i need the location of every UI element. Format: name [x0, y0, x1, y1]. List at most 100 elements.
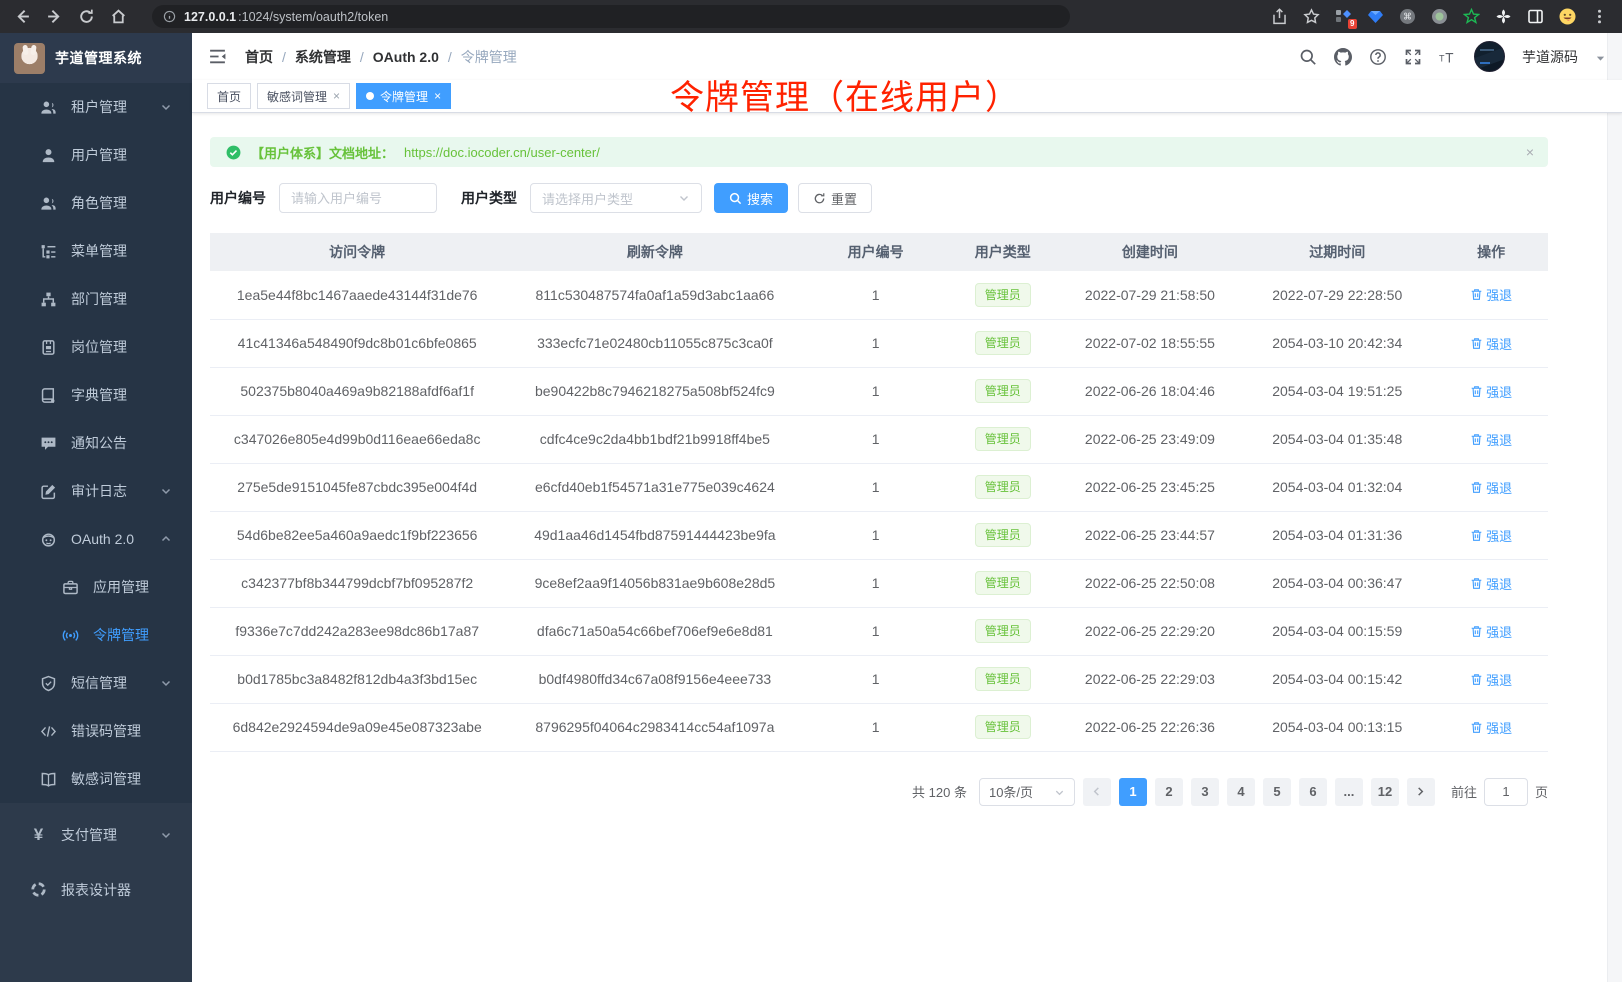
user-name[interactable]: 芋道源码 — [1522, 47, 1578, 67]
bookmark-star-icon[interactable] — [1303, 8, 1320, 25]
page-ellipsis[interactable]: ... — [1335, 778, 1363, 806]
sidebar-item-dept[interactable]: 部门管理 — [0, 275, 192, 323]
prev-page-button[interactable] — [1083, 778, 1111, 806]
tab-sensitive-word[interactable]: 敏感词管理× — [257, 83, 350, 109]
browser-reload-button[interactable] — [78, 8, 95, 25]
page-button-12[interactable]: 12 — [1371, 778, 1399, 806]
sidebar-menu: 租户管理 用户管理 角色管理 菜单管理 部门管理 岗位管理 — [0, 83, 192, 803]
sidebar-item-label: 应用管理 — [93, 577, 149, 597]
page-button-5[interactable]: 5 — [1263, 778, 1291, 806]
breadcrumb-oauth[interactable]: OAuth 2.0 — [373, 49, 439, 65]
sidebar-item-dict[interactable]: 字典管理 — [0, 371, 192, 419]
browser-home-button[interactable] — [110, 8, 127, 25]
success-check-icon — [226, 145, 241, 160]
sidebar-fold-icon[interactable] — [208, 47, 227, 66]
search-button[interactable]: 搜索 — [714, 183, 788, 213]
sidebar-item-label: OAuth 2.0 — [71, 531, 134, 547]
force-logout-button[interactable]: 强退 — [1470, 285, 1512, 304]
user-type-label: 用户类型 — [461, 188, 517, 208]
page-button-6[interactable]: 6 — [1299, 778, 1327, 806]
page-button-4[interactable]: 4 — [1227, 778, 1255, 806]
user-type-cell: 管理员 — [946, 463, 1060, 511]
tab-token[interactable]: 令牌管理× — [356, 83, 451, 109]
user-type-badge: 管理员 — [975, 619, 1031, 643]
user-icon — [40, 147, 57, 164]
force-logout-button[interactable]: 强退 — [1470, 334, 1512, 353]
browser-forward-button[interactable] — [46, 8, 63, 25]
svg-text:T: T — [1445, 50, 1453, 65]
table-row: 41c41346a548490f9dc8b01c6bfe0865 333ecfc… — [210, 319, 1548, 367]
reset-button[interactable]: 重置 — [798, 183, 872, 213]
close-icon[interactable]: × — [333, 90, 340, 102]
github-icon[interactable] — [1334, 48, 1352, 66]
browser-menu-icon[interactable] — [1591, 8, 1608, 25]
close-icon[interactable]: × — [434, 90, 441, 102]
font-size-icon[interactable]: TT — [1439, 48, 1457, 66]
help-icon[interactable] — [1369, 48, 1387, 66]
breadcrumb-system[interactable]: 系统管理 — [295, 47, 351, 67]
site-info-icon[interactable] — [163, 10, 176, 23]
sidebar-item-post[interactable]: 岗位管理 — [0, 323, 192, 371]
sidebar-item-report-designer[interactable]: 报表设计器 — [0, 862, 192, 917]
col-access-token: 访问令牌 — [210, 233, 504, 271]
page-button-1[interactable]: 1 — [1119, 778, 1147, 806]
force-logout-button[interactable]: 强退 — [1470, 382, 1512, 401]
avatar[interactable] — [1474, 41, 1505, 72]
sidebar-item-error-code[interactable]: 错误码管理 — [0, 707, 192, 755]
force-logout-button[interactable]: 强退 — [1470, 526, 1512, 545]
fullscreen-icon[interactable] — [1404, 48, 1422, 66]
page-button-2[interactable]: 2 — [1155, 778, 1183, 806]
expire-time-cell: 2054-03-10 20:42:34 — [1240, 319, 1434, 367]
sidebar-item-oauth-token[interactable]: 令牌管理 — [0, 611, 192, 659]
browser-back-button[interactable] — [14, 8, 31, 25]
next-page-button[interactable] — [1407, 778, 1435, 806]
force-logout-button[interactable]: 强退 — [1470, 430, 1512, 449]
user-id-cell: 1 — [805, 559, 945, 607]
app-logo-row[interactable]: 芋道管理系统 — [0, 33, 192, 83]
refresh-token-cell: cdfc4ce9c2da4bb1bdf21b9918ff4be5 — [504, 415, 805, 463]
sidebar-item-audit-log[interactable]: 审计日志 — [0, 467, 192, 515]
page-scrollbar[interactable] — [1607, 33, 1622, 982]
force-logout-button[interactable]: 强退 — [1470, 574, 1512, 593]
chevron-down-icon — [678, 192, 690, 204]
breadcrumb-home[interactable]: 首页 — [245, 47, 273, 67]
sidebar-item-menu[interactable]: 菜单管理 — [0, 227, 192, 275]
page-button-3[interactable]: 3 — [1191, 778, 1219, 806]
share-icon[interactable] — [1271, 8, 1288, 25]
force-logout-button[interactable]: 强退 — [1470, 478, 1512, 497]
sidebar-item-sensitive-word[interactable]: 敏感词管理 — [0, 755, 192, 803]
extension-record-icon[interactable] — [1431, 8, 1448, 25]
extension-star-icon[interactable] — [1463, 8, 1480, 25]
sidebar-item-user[interactable]: 用户管理 — [0, 131, 192, 179]
sidebar-item-pay[interactable]: ¥ 支付管理 — [0, 807, 192, 862]
access-token-cell: 54d6be82ee5a460a9aedc1f9bf223656 — [210, 511, 504, 559]
sidebar-item-notice[interactable]: 通知公告 — [0, 419, 192, 467]
chevron-up-icon — [160, 533, 172, 545]
extension-gem-icon[interactable] — [1367, 8, 1384, 25]
extension-pinwheel-icon[interactable] — [1495, 8, 1512, 25]
sidebar-item-role[interactable]: 角色管理 — [0, 179, 192, 227]
extension-sidepanel-icon[interactable] — [1527, 8, 1544, 25]
profile-emoji-icon[interactable] — [1559, 8, 1576, 25]
extension-tabs-icon[interactable]: 9 — [1335, 8, 1352, 25]
extension-command-icon[interactable]: ⌘ — [1399, 8, 1416, 25]
goto-page-input[interactable] — [1484, 778, 1528, 806]
alert-close-icon[interactable]: × — [1526, 144, 1534, 160]
access-token-cell: c342377bf8b344799dcbf7bf095287f2 — [210, 559, 504, 607]
user-id-input[interactable] — [279, 183, 437, 213]
sidebar-item-tenant[interactable]: 租户管理 — [0, 83, 192, 131]
doc-link[interactable]: https://doc.iocoder.cn/user-center/ — [404, 145, 600, 160]
tab-home[interactable]: 首页 — [207, 83, 251, 109]
force-logout-button[interactable]: 强退 — [1470, 622, 1512, 641]
col-user-type: 用户类型 — [946, 233, 1060, 271]
user-type-select[interactable]: 请选择用户类型 — [530, 183, 702, 213]
caret-down-icon[interactable] — [1595, 51, 1606, 62]
force-logout-button[interactable]: 强退 — [1470, 718, 1512, 737]
sidebar-item-oauth-app[interactable]: 应用管理 — [0, 563, 192, 611]
sidebar-item-sms[interactable]: 短信管理 — [0, 659, 192, 707]
force-logout-button[interactable]: 强退 — [1470, 670, 1512, 689]
address-bar[interactable]: 127.0.0.1 :1024/system/oauth2/token — [152, 5, 1070, 28]
sidebar-item-oauth[interactable]: OAuth 2.0 — [0, 515, 192, 563]
page-size-select[interactable]: 10条/页 — [979, 778, 1075, 806]
search-icon[interactable] — [1299, 48, 1317, 66]
